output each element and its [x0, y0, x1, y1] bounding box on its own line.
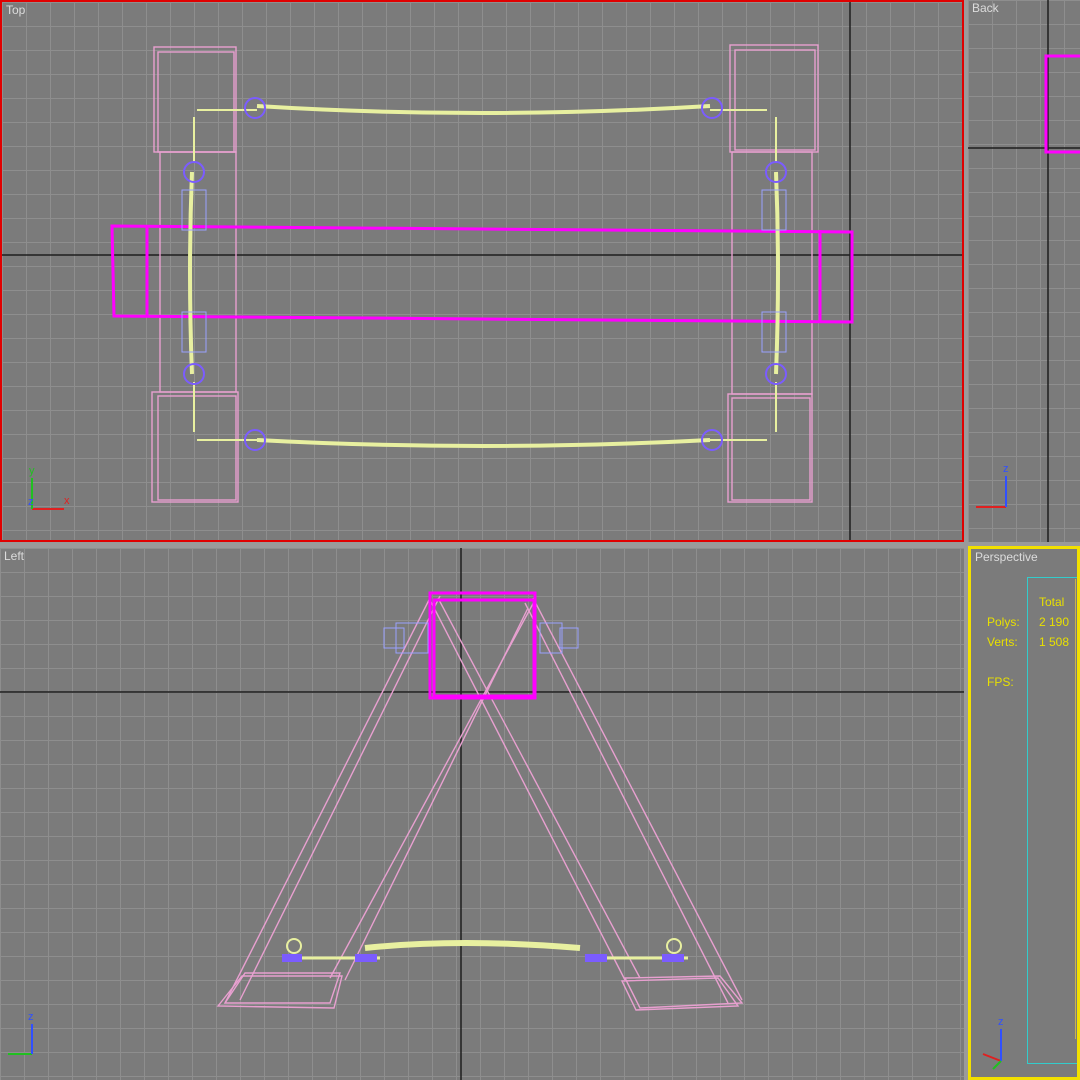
svg-text:y: y	[29, 465, 35, 477]
stats-verts-value: 1 508	[1039, 635, 1070, 649]
stats-polys-value: 2 190	[1039, 615, 1070, 629]
bolt-brackets	[181, 189, 787, 353]
svg-text:z: z	[1003, 463, 1009, 475]
purple-rings	[183, 97, 787, 451]
viewport-perspective[interactable]: Perspective Total Polys: 2 190 Verts: 1 …	[968, 546, 1080, 1080]
viewport-top[interactable]: Top x y z	[0, 0, 964, 542]
viewport-left[interactable]: Left z	[0, 548, 964, 1080]
axis-tripod-icon: z	[8, 1011, 34, 1055]
svg-text:x: x	[64, 495, 70, 507]
axis-tripod-icon: z	[976, 463, 1009, 508]
stats-verts-label: Verts:	[987, 635, 1018, 649]
stats-polys-label: Polys:	[987, 615, 1020, 629]
top-view-scene: x y z	[2, 2, 962, 540]
bottom-rod	[282, 938, 688, 962]
statistics-overlay: Total Polys: 2 190 Verts: 1 508 FPS:	[971, 549, 1077, 1077]
yellow-rods	[188, 104, 780, 448]
left-leg-blocks	[151, 46, 239, 503]
stats-fps-label: FPS:	[987, 675, 1014, 689]
svg-text:z: z	[28, 496, 34, 508]
a-frame-legs	[216, 595, 744, 1011]
back-view-scene: z	[968, 0, 1080, 542]
stats-column-header: Total	[1039, 595, 1065, 609]
viewport-back[interactable]: Back z	[968, 0, 1080, 542]
left-view-scene: z	[0, 548, 964, 1080]
magenta-crossbar	[110, 224, 854, 324]
svg-text:z: z	[28, 1011, 34, 1023]
right-leg-blocks	[727, 44, 819, 503]
axis-tripod-icon: x y z	[28, 465, 70, 510]
yellow-guides	[193, 109, 777, 441]
